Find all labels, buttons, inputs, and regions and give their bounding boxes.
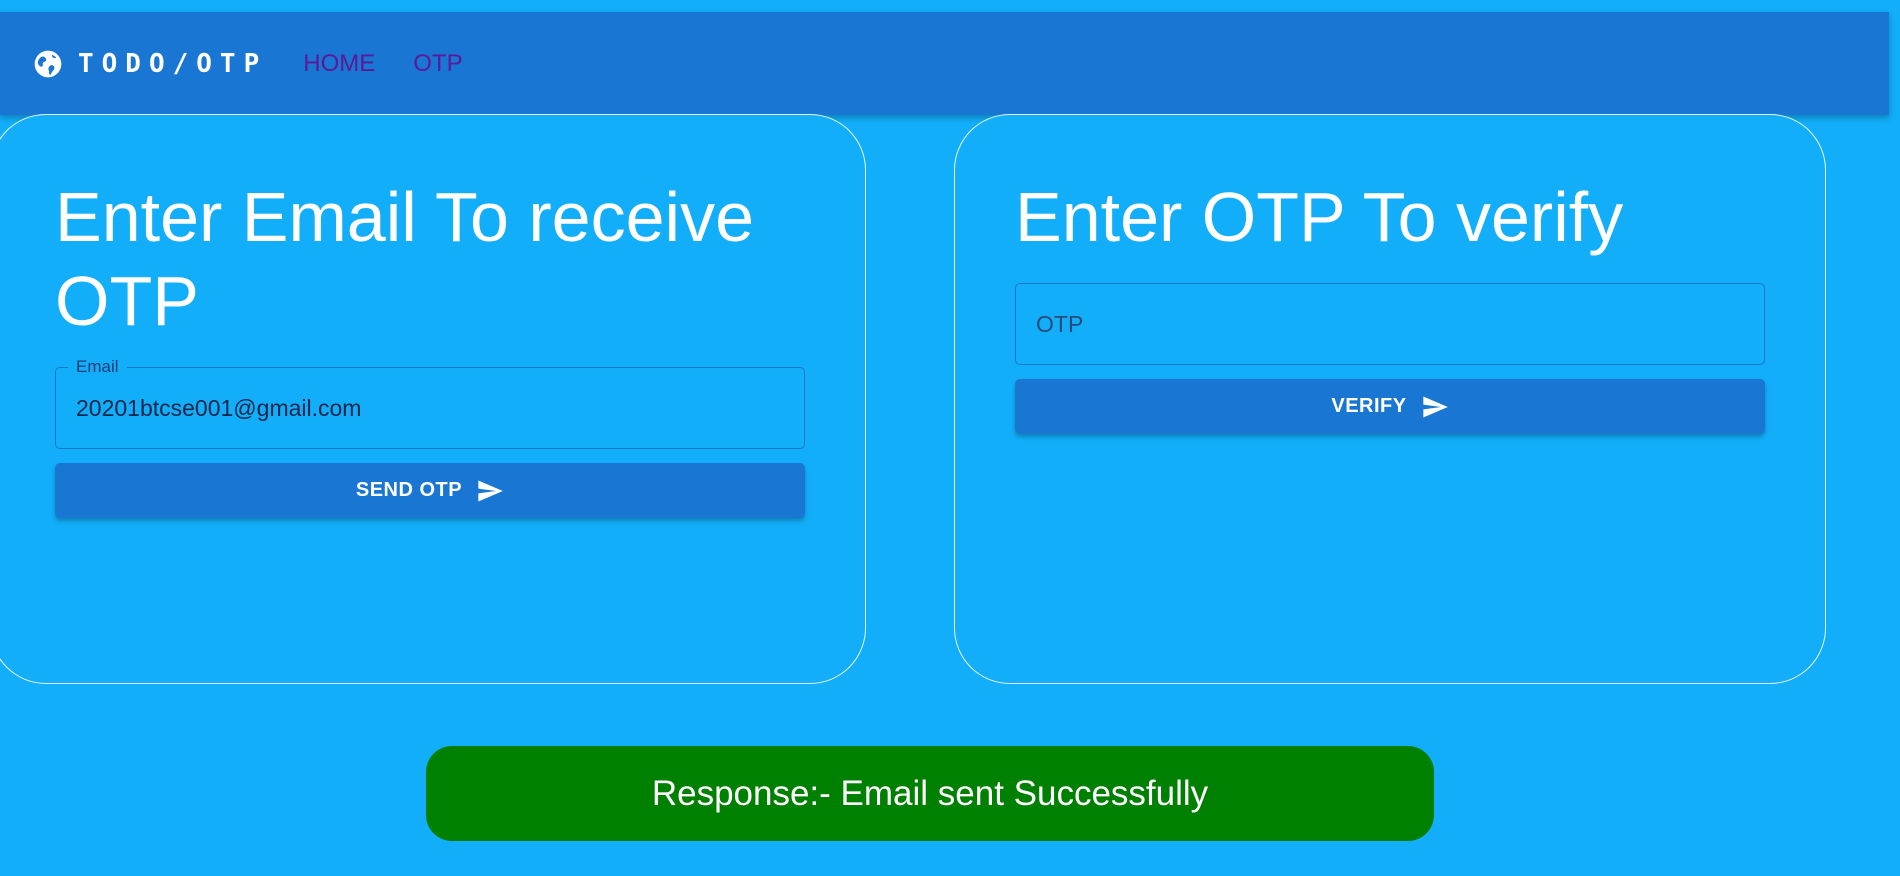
- nav-home-link[interactable]: HOME: [303, 50, 375, 78]
- otp-card-title: Enter OTP To verify: [1015, 178, 1624, 256]
- otp-input[interactable]: [1016, 284, 1764, 364]
- response-banner: Response:- Email sent Successfully: [426, 746, 1434, 841]
- send-icon: [1421, 393, 1449, 421]
- send-otp-button[interactable]: SEND OTP: [55, 463, 805, 518]
- send-otp-button-label: SEND OTP: [355, 479, 463, 501]
- globe-icon: [32, 48, 64, 80]
- email-input[interactable]: [56, 368, 804, 448]
- send-icon: [476, 477, 504, 505]
- email-card-title: Enter Email To receive OTP: [55, 178, 755, 340]
- verify-button[interactable]: VERIFY: [1015, 379, 1765, 434]
- verify-button-label: VERIFY: [1331, 395, 1407, 417]
- response-text: Response:- Email sent Successfully: [651, 773, 1209, 813]
- app-title: TODO/OTP: [78, 48, 268, 79]
- otp-field: [1015, 283, 1765, 365]
- app-bar: TODO/OTP HOME OTP: [0, 12, 1889, 115]
- nav-otp-link[interactable]: OTP: [413, 50, 462, 78]
- email-field: Email: [55, 357, 805, 449]
- otp-card: Enter OTP To verify VERIFY: [954, 114, 1826, 684]
- email-card: Enter Email To receive OTP Email SEND OT…: [0, 114, 866, 684]
